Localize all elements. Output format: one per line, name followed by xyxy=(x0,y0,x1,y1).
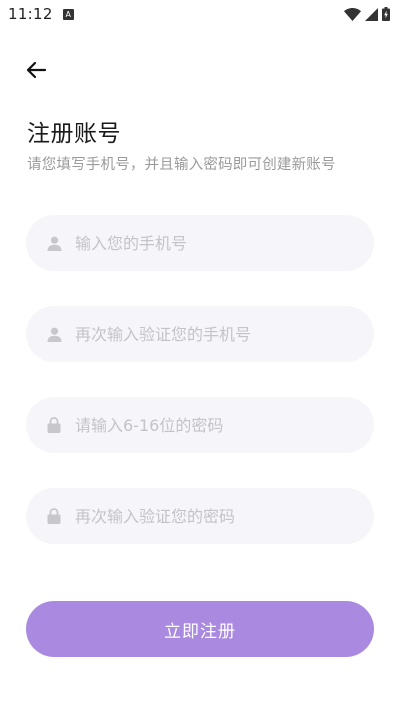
battery-charging-icon xyxy=(382,7,390,21)
lock-icon xyxy=(46,508,62,524)
password-confirm-input[interactable] xyxy=(75,488,374,544)
password-field[interactable] xyxy=(26,397,374,453)
back-button[interactable] xyxy=(22,56,50,84)
phone-confirm-field[interactable] xyxy=(26,306,374,362)
lock-icon xyxy=(46,417,62,433)
wifi-icon xyxy=(344,7,361,21)
user-icon xyxy=(46,235,62,251)
status-time: 11:12 xyxy=(8,5,53,23)
register-button[interactable]: 立即注册 xyxy=(26,601,374,657)
page-title: 注册账号 xyxy=(27,121,121,147)
arrow-left-icon xyxy=(26,61,47,79)
password-confirm-field[interactable] xyxy=(26,488,374,544)
phone-confirm-input[interactable] xyxy=(75,306,374,362)
notification-icon: A xyxy=(62,8,74,20)
phone-field[interactable] xyxy=(26,215,374,271)
password-input[interactable] xyxy=(75,397,374,453)
page-subtitle: 请您填写手机号，并且输入密码即可创建新账号 xyxy=(27,157,336,173)
status-bar: 11:12 A xyxy=(0,0,400,28)
signal-icon xyxy=(365,7,378,21)
status-left: 11:12 A xyxy=(8,5,74,23)
user-icon xyxy=(46,326,62,342)
status-right xyxy=(344,7,390,21)
phone-input[interactable] xyxy=(75,215,374,271)
